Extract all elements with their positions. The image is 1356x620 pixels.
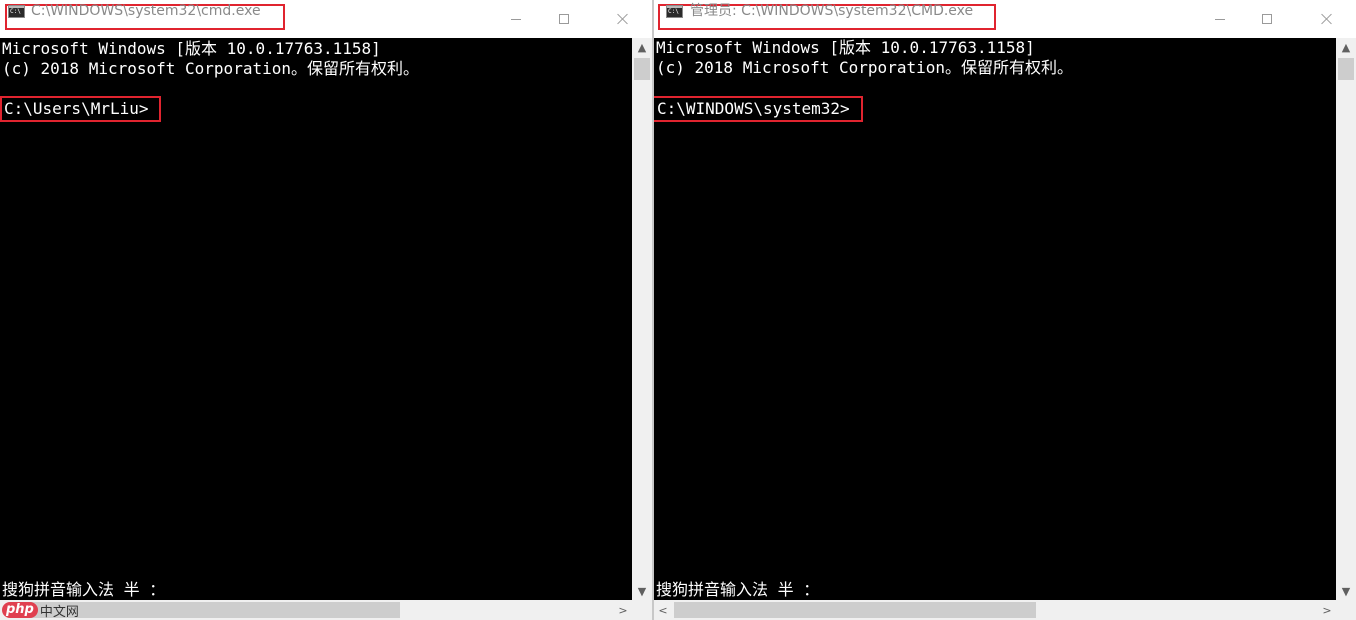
minimize-icon <box>1215 18 1225 20</box>
console-area[interactable]: Microsoft Windows [版本 10.0.17763.1158] (… <box>0 38 632 600</box>
close-icon <box>617 13 629 25</box>
vertical-scroll-thumb[interactable] <box>634 58 650 80</box>
cmd-window-admin[interactable]: 管理员: C:\WINDOWS\system32\CMD.exe Microso… <box>654 0 1356 620</box>
minimize-button[interactable] <box>1197 0 1243 38</box>
scroll-left-icon[interactable]: < <box>654 601 672 619</box>
maximize-button[interactable] <box>541 0 587 38</box>
maximize-button[interactable] <box>1244 0 1290 38</box>
console-line: (c) 2018 Microsoft Corporation。保留所有权利。 <box>656 58 1073 77</box>
title-bar[interactable]: C:\WINDOWS\system32\cmd.exe <box>0 0 652 38</box>
vertical-scrollbar[interactable]: ▲ ▼ <box>1336 38 1356 600</box>
minimize-button[interactable] <box>493 0 539 38</box>
console-line: Microsoft Windows [版本 10.0.17763.1158] <box>656 38 1035 57</box>
close-icon <box>1321 13 1333 25</box>
cmd-app-icon[interactable] <box>8 5 25 18</box>
cmd-window-user[interactable]: C:\WINDOWS\system32\cmd.exe Microsoft Wi… <box>0 0 652 620</box>
command-prompt: C:\WINDOWS\system32> <box>657 99 850 118</box>
window-title: 管理员: C:\WINDOWS\system32\CMD.exe <box>690 3 974 19</box>
horizontal-scrollbar[interactable]: < > <box>654 600 1336 620</box>
close-button[interactable] <box>1304 0 1350 38</box>
scroll-right-icon[interactable]: > <box>1318 601 1336 619</box>
watermark-site-name: 中文网 <box>39 604 79 620</box>
console-area[interactable]: Microsoft Windows [版本 10.0.17763.1158] (… <box>654 38 1336 600</box>
command-prompt: C:\Users\MrLiu> <box>4 99 149 118</box>
scrollbar-corner <box>1336 600 1356 620</box>
vertical-scrollbar[interactable]: ▲ ▼ <box>632 38 652 600</box>
scrollbar-corner <box>632 600 652 620</box>
maximize-icon <box>559 14 569 24</box>
prompt-highlight-box: C:\Users\MrLiu> <box>0 96 161 122</box>
prompt-highlight-box: C:\WINDOWS\system32> <box>654 96 863 122</box>
scroll-up-icon[interactable]: ▲ <box>1336 38 1356 56</box>
vertical-scroll-thumb[interactable] <box>1338 58 1354 80</box>
scroll-right-icon[interactable]: > <box>614 601 632 619</box>
close-button[interactable] <box>600 0 646 38</box>
ime-status: 搜狗拼音输入法 半 ： <box>656 580 820 599</box>
minimize-icon <box>511 18 521 20</box>
scroll-down-icon[interactable]: ▼ <box>1336 582 1356 600</box>
site-watermark: php 中文网 <box>2 601 79 620</box>
watermark-php-logo: php <box>2 602 38 618</box>
window-title: C:\WINDOWS\system32\cmd.exe <box>31 3 261 19</box>
maximize-icon <box>1262 14 1272 24</box>
console-line: Microsoft Windows [版本 10.0.17763.1158] <box>2 39 381 58</box>
scroll-up-icon[interactable]: ▲ <box>632 38 652 56</box>
console-line: (c) 2018 Microsoft Corporation。保留所有权利。 <box>2 59 419 78</box>
title-bar[interactable]: 管理员: C:\WINDOWS\system32\CMD.exe <box>654 0 1356 38</box>
cmd-app-icon[interactable] <box>666 5 683 18</box>
scroll-down-icon[interactable]: ▼ <box>632 582 652 600</box>
horizontal-scrollbar[interactable]: > php 中文网 <box>0 600 632 620</box>
horizontal-scroll-thumb[interactable] <box>674 602 1036 618</box>
ime-status: 搜狗拼音输入法 半 ： <box>2 580 166 599</box>
